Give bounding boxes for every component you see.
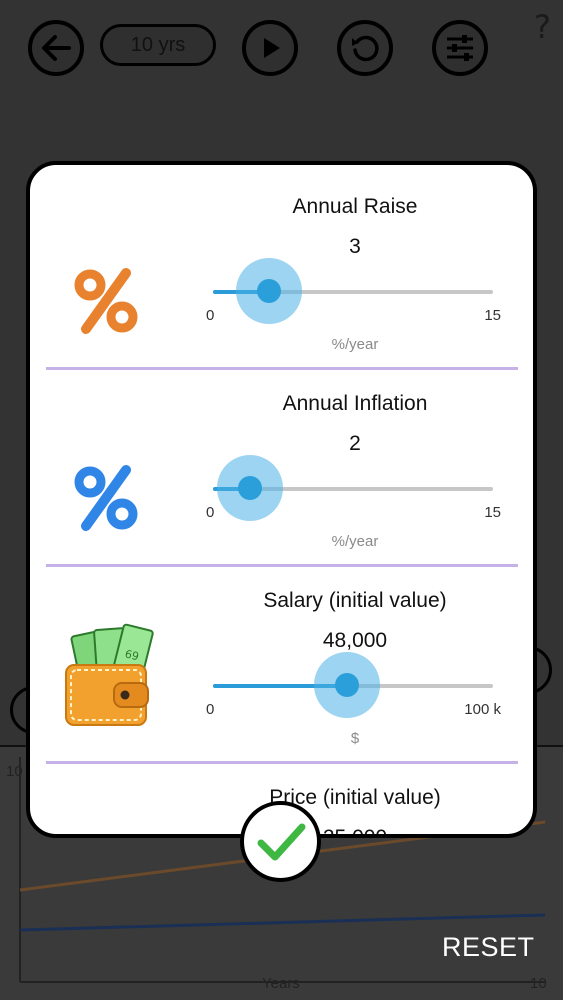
param-annual-raise: Annual Raise 3 0 15 %/year bbox=[30, 165, 533, 362]
help-button[interactable]: ? bbox=[534, 8, 551, 46]
series-line-blue bbox=[19, 913, 546, 932]
range-min-label: 0 bbox=[206, 504, 215, 521]
years-label: 10 yrs bbox=[130, 33, 186, 56]
confirm-button[interactable] bbox=[240, 801, 321, 882]
annual-raise-slider[interactable] bbox=[213, 258, 493, 324]
checkmark-icon bbox=[257, 823, 305, 860]
percent-icon bbox=[74, 268, 138, 334]
chart-x-label: Years bbox=[262, 975, 300, 992]
percent-icon bbox=[74, 465, 138, 531]
range-min-label: 0 bbox=[206, 307, 215, 324]
param-title: Price (initial value) bbox=[269, 786, 441, 809]
range-max-label: 15 bbox=[484, 504, 501, 521]
annual-inflation-slider[interactable] bbox=[213, 455, 493, 521]
wallet-icon: 69 bbox=[65, 623, 154, 726]
unit-label: %/year bbox=[331, 533, 379, 550]
range-min-label: 0 bbox=[206, 701, 215, 718]
years-selector[interactable]: 10 yrs bbox=[100, 24, 216, 66]
replay-icon bbox=[352, 35, 379, 62]
settings-button[interactable] bbox=[432, 20, 488, 76]
param-salary: Salary (initial value) 48,000 69 0 100 k bbox=[30, 559, 533, 756]
settings-dialog: Annual Raise 3 0 15 %/year Annual Inflat… bbox=[26, 161, 537, 838]
slider-thumb[interactable] bbox=[257, 279, 281, 303]
param-value: 48,000 bbox=[322, 629, 388, 652]
replay-button[interactable] bbox=[337, 20, 393, 76]
play-button[interactable] bbox=[242, 20, 298, 76]
param-value: 2 bbox=[349, 432, 361, 455]
arrow-left-icon bbox=[42, 35, 71, 61]
param-title: Salary (initial value) bbox=[263, 589, 447, 612]
reset-button[interactable]: RESET bbox=[442, 932, 535, 963]
param-value: 3 bbox=[349, 235, 361, 258]
unit-label: %/year bbox=[331, 336, 379, 353]
param-title: Annual Inflation bbox=[282, 392, 428, 415]
salary-slider[interactable] bbox=[213, 652, 493, 718]
range-max-label: 100 k bbox=[464, 701, 501, 718]
sliders-icon bbox=[447, 35, 473, 61]
chart-y-tick: 10 bbox=[6, 763, 23, 780]
range-max-label: 15 bbox=[484, 307, 501, 324]
play-icon bbox=[264, 38, 280, 58]
param-title: Annual Raise bbox=[292, 195, 418, 218]
chart-x-tick: 10 bbox=[530, 975, 547, 992]
unit-label: $ bbox=[350, 730, 360, 747]
param-annual-inflation: Annual Inflation 2 0 15 %/year bbox=[30, 362, 533, 559]
back-button[interactable] bbox=[28, 20, 84, 76]
